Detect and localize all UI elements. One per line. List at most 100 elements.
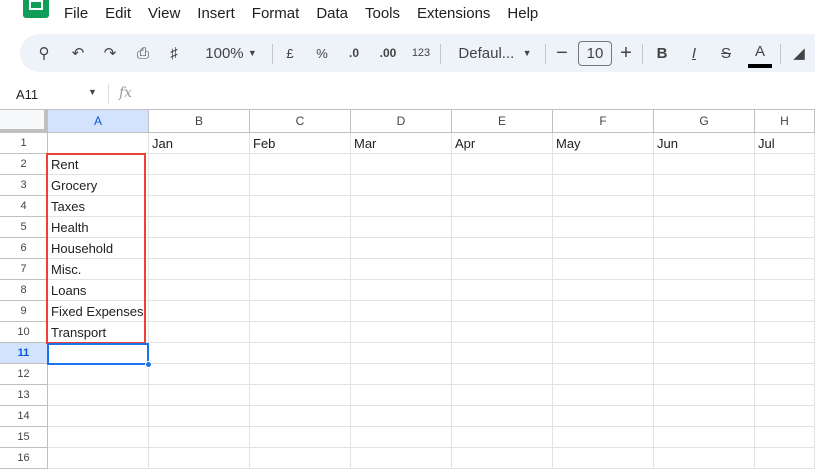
cell-a8[interactable]: Loans [48, 280, 149, 301]
cell-b15[interactable] [149, 427, 250, 448]
cell-e1[interactable]: Apr [452, 133, 553, 154]
cell-f10[interactable] [553, 322, 654, 343]
cell-f15[interactable] [553, 427, 654, 448]
cell-g10[interactable] [654, 322, 755, 343]
cell-f6[interactable] [553, 238, 654, 259]
cell-g7[interactable] [654, 259, 755, 280]
cell-d6[interactable] [351, 238, 452, 259]
cell-c11[interactable] [250, 343, 351, 364]
bold-button[interactable]: B [652, 34, 672, 72]
cell-h10[interactable] [755, 322, 815, 343]
text-color-button[interactable]: A [748, 38, 772, 68]
cell-b1[interactable]: Jan [149, 133, 250, 154]
cell-d1[interactable]: Mar [351, 133, 452, 154]
cell-b6[interactable] [149, 238, 250, 259]
sheets-logo[interactable] [23, 0, 49, 18]
cell-e6[interactable] [452, 238, 553, 259]
cell-d12[interactable] [351, 364, 452, 385]
cell-f8[interactable] [553, 280, 654, 301]
cell-f1[interactable]: May [553, 133, 654, 154]
menu-tools[interactable]: Tools [365, 5, 400, 22]
row-header-1[interactable]: 1 [0, 133, 48, 154]
cell-c8[interactable] [250, 280, 351, 301]
cell-f12[interactable] [553, 364, 654, 385]
zoom-select[interactable]: 100% ▼ [196, 34, 266, 72]
cell-h4[interactable] [755, 196, 815, 217]
cell-h2[interactable] [755, 154, 815, 175]
row-header-10[interactable]: 10 [0, 322, 48, 343]
row-header-16[interactable]: 16 [0, 448, 48, 469]
increase-font-size-button[interactable]: + [616, 34, 636, 72]
cell-g14[interactable] [654, 406, 755, 427]
cell-h7[interactable] [755, 259, 815, 280]
cell-e10[interactable] [452, 322, 553, 343]
chevron-down-icon[interactable]: ▼ [88, 87, 97, 97]
cell-b11[interactable] [149, 343, 250, 364]
font-select[interactable]: Defaul... ▼ [450, 34, 540, 72]
column-header-g[interactable]: G [654, 110, 755, 133]
cell-h11[interactable] [755, 343, 815, 364]
row-header-2[interactable]: 2 [0, 154, 48, 175]
cell-e16[interactable] [452, 448, 553, 469]
cell-g16[interactable] [654, 448, 755, 469]
increase-decimal-button[interactable]: .00 [374, 34, 402, 72]
cell-a10[interactable]: Transport [48, 322, 149, 343]
cell-e15[interactable] [452, 427, 553, 448]
menu-view[interactable]: View [148, 5, 180, 22]
cell-g13[interactable] [654, 385, 755, 406]
cell-c5[interactable] [250, 217, 351, 238]
undo-icon[interactable]: ↶ [66, 34, 90, 72]
row-header-13[interactable]: 13 [0, 385, 48, 406]
cell-g15[interactable] [654, 427, 755, 448]
cell-d7[interactable] [351, 259, 452, 280]
cell-g5[interactable] [654, 217, 755, 238]
cell-c1[interactable]: Feb [250, 133, 351, 154]
currency-button[interactable]: £ [278, 34, 302, 72]
cell-d8[interactable] [351, 280, 452, 301]
print-icon[interactable]: ⎙ [130, 34, 156, 72]
row-header-4[interactable]: 4 [0, 196, 48, 217]
search-icon[interactable]: ⚲ [32, 34, 56, 72]
row-header-6[interactable]: 6 [0, 238, 48, 259]
cell-b9[interactable] [149, 301, 250, 322]
cell-f11[interactable] [553, 343, 654, 364]
cell-a11[interactable] [48, 343, 149, 364]
cell-h13[interactable] [755, 385, 815, 406]
cell-f5[interactable] [553, 217, 654, 238]
cell-e2[interactable] [452, 154, 553, 175]
cell-b12[interactable] [149, 364, 250, 385]
cell-f16[interactable] [553, 448, 654, 469]
cell-a2[interactable]: Rent [48, 154, 149, 175]
menu-insert[interactable]: Insert [197, 5, 235, 22]
column-header-b[interactable]: B [149, 110, 250, 133]
cell-g8[interactable] [654, 280, 755, 301]
cell-a15[interactable] [48, 427, 149, 448]
cell-c7[interactable] [250, 259, 351, 280]
cell-h14[interactable] [755, 406, 815, 427]
number-format-button[interactable]: 123 [408, 34, 434, 72]
cell-g9[interactable] [654, 301, 755, 322]
cell-f13[interactable] [553, 385, 654, 406]
cell-d14[interactable] [351, 406, 452, 427]
cell-a6[interactable]: Household [48, 238, 149, 259]
cell-h16[interactable] [755, 448, 815, 469]
cell-h8[interactable] [755, 280, 815, 301]
cell-c15[interactable] [250, 427, 351, 448]
fill-color-icon[interactable]: ◢ [788, 34, 810, 72]
menu-edit[interactable]: Edit [105, 5, 131, 22]
cell-h1[interactable]: Jul [755, 133, 815, 154]
cell-f7[interactable] [553, 259, 654, 280]
corner-cell[interactable] [0, 110, 48, 133]
cell-a16[interactable] [48, 448, 149, 469]
row-header-12[interactable]: 12 [0, 364, 48, 385]
cell-a4[interactable]: Taxes [48, 196, 149, 217]
cell-g4[interactable] [654, 196, 755, 217]
cell-e4[interactable] [452, 196, 553, 217]
cell-b7[interactable] [149, 259, 250, 280]
row-header-5[interactable]: 5 [0, 217, 48, 238]
row-header-7[interactable]: 7 [0, 259, 48, 280]
cell-e14[interactable] [452, 406, 553, 427]
cell-a14[interactable] [48, 406, 149, 427]
font-size-input[interactable]: 10 [578, 41, 612, 66]
fill-handle[interactable] [145, 361, 152, 368]
